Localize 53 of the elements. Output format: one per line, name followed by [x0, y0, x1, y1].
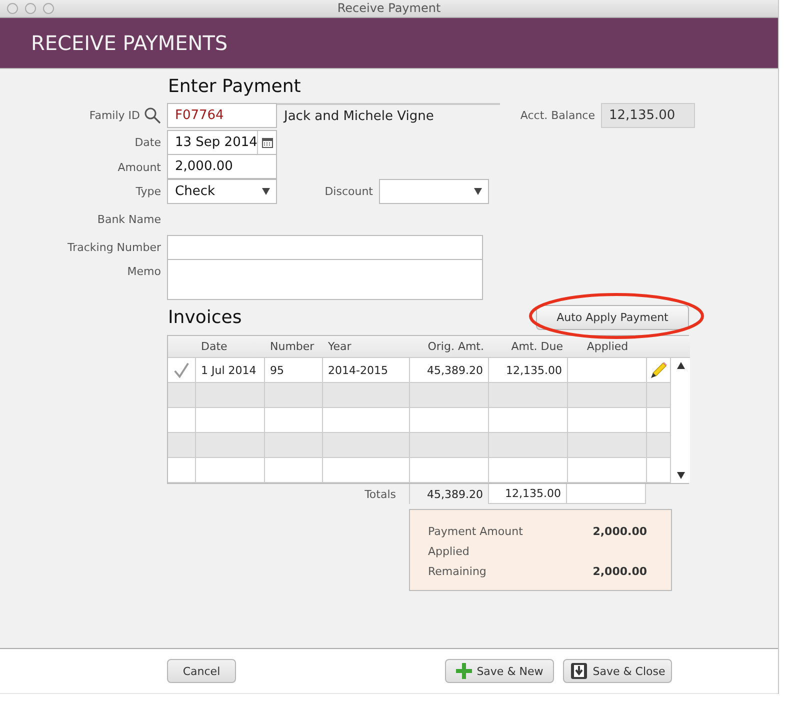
field-label: Bank Name [97, 213, 161, 226]
field-label: Date [134, 136, 161, 149]
table-cell: 2014-2015 [323, 358, 410, 383]
field-label: Family ID [89, 109, 140, 122]
section-heading: Invoices [168, 306, 242, 328]
auto-apply-payment-button[interactable]: Auto Apply Payment [536, 304, 689, 330]
family-id-field[interactable]: F07764 [167, 103, 277, 128]
dropdown-arrow-icon [262, 188, 270, 195]
window-title: Receive Payment [337, 1, 441, 15]
summary-label: Remaining [428, 564, 486, 578]
tracking-number-field[interactable] [167, 235, 483, 260]
applied-input-field[interactable] [568, 358, 647, 383]
check-mark-icon[interactable] [168, 358, 196, 383]
field-label: Acct. Balance [520, 109, 595, 122]
table-header-cell [671, 336, 690, 358]
type-dropdown[interactable]: Check [167, 179, 277, 204]
summary-value: 2,000.00 [592, 564, 647, 578]
minimize-window-button[interactable] [25, 3, 36, 14]
field-label: Discount [324, 185, 373, 198]
scroll-bar[interactable] [671, 358, 690, 483]
calendar-icon[interactable] [262, 138, 273, 148]
memo-field[interactable] [167, 260, 483, 300]
scroll-down-icon[interactable] [676, 472, 684, 479]
field-label: Type [136, 185, 161, 198]
save-and-new-button[interactable]: Save & New [445, 659, 554, 683]
scroll-up-icon[interactable] [676, 362, 684, 369]
table-cell: 95 [265, 358, 323, 383]
field-label: Amount [118, 160, 161, 174]
total-amount-due: 12,135.00 [488, 484, 567, 504]
field-label: Tracking Number [68, 241, 161, 254]
save-and-close-button[interactable]: Save & Close [563, 659, 672, 683]
dropdown-arrow-icon [474, 188, 482, 195]
table-cell: 12,135.00 [489, 358, 568, 383]
plus-icon [456, 663, 472, 679]
summary-label: Payment Amount [428, 524, 523, 538]
table-cell: 1 Jul 2014 [196, 358, 265, 383]
amount-field[interactable]: 2,000.00 [167, 155, 277, 179]
search-icon[interactable] [144, 107, 161, 124]
discount-dropdown[interactable] [379, 179, 489, 204]
zoom-window-button[interactable] [43, 3, 54, 14]
summary-value: 2,000.00 [592, 524, 647, 538]
totals-label: Totals [364, 488, 396, 500]
page-heading: RECEIVE PAYMENTS [31, 31, 228, 55]
table-cell: 45,389.20 [410, 358, 489, 383]
field-label: Memo [127, 265, 161, 278]
summary-label: Applied [428, 544, 470, 558]
acct-balance-field: 12,135.00 [601, 103, 695, 128]
close-window-button[interactable] [7, 3, 18, 14]
pencil-icon[interactable] [650, 361, 668, 379]
cancel-button[interactable]: Cancel [167, 659, 236, 683]
date-field[interactable]: 13 Sep 2014 [167, 130, 277, 155]
family-name: Jack and Michele Vigne [284, 109, 434, 124]
section-heading: Enter Payment [168, 76, 302, 97]
